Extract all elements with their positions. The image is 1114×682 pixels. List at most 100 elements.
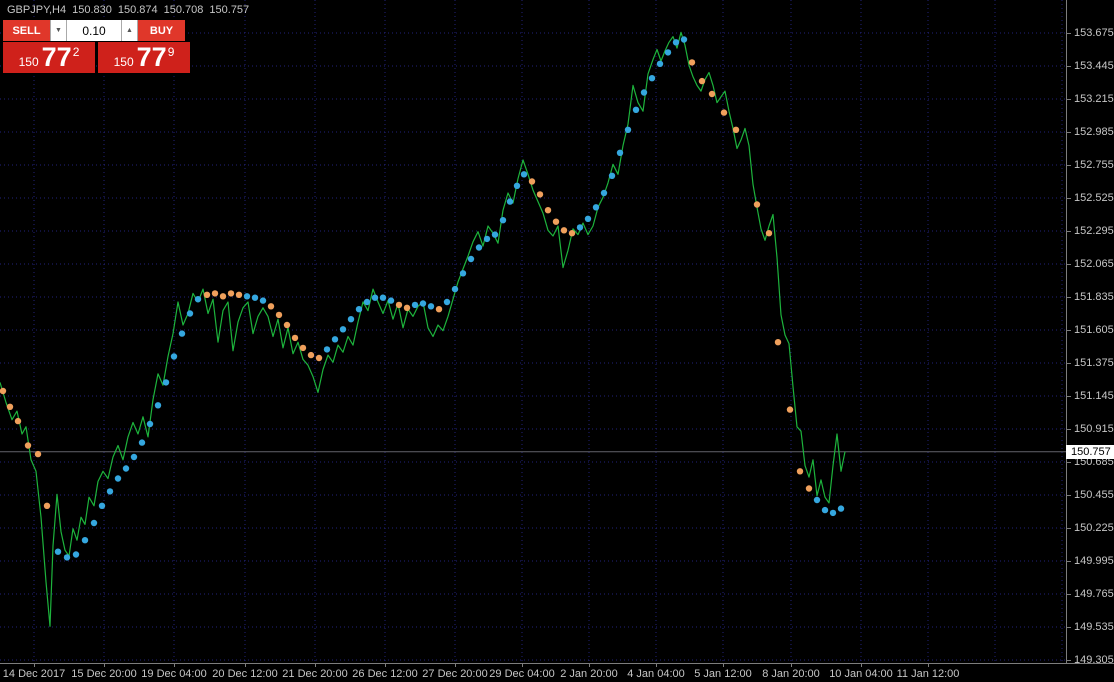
trend-dot-up xyxy=(186,310,194,317)
trend-dot-up xyxy=(63,554,71,561)
trend-dot-up xyxy=(680,36,688,43)
time-axis[interactable]: 14 Dec 2017 15 Dec 20:00 19 Dec 04:00 20 De… xyxy=(0,663,1114,682)
trend-dot-up xyxy=(672,39,680,46)
trend-dot-up xyxy=(371,294,379,301)
trend-dot-down xyxy=(765,230,773,237)
trend-dot-up xyxy=(640,89,648,96)
time-axis-tick xyxy=(861,664,862,667)
trend-dot-down xyxy=(203,291,211,298)
time-axis-tick xyxy=(315,664,316,667)
open-value: 150.830 xyxy=(72,4,112,16)
price-axis-label: 153.675 xyxy=(1074,27,1114,39)
time-axis-tick xyxy=(656,664,657,667)
trend-dot-up xyxy=(632,106,640,114)
price-line xyxy=(0,31,846,627)
time-axis-tick xyxy=(455,664,456,667)
trend-dot-down xyxy=(796,468,804,475)
trend-dot-up xyxy=(513,182,521,189)
price-axis-label: 152.525 xyxy=(1074,192,1114,204)
trend-dot-up xyxy=(331,336,339,343)
price-axis-tick xyxy=(1067,330,1071,331)
trend-dot-down xyxy=(753,201,761,208)
time-axis-tick xyxy=(245,664,246,667)
price-axis-label: 152.755 xyxy=(1074,159,1114,171)
trend-dot-up xyxy=(379,294,387,301)
trend-dot-up xyxy=(162,379,170,386)
price-axis-tick xyxy=(1067,561,1071,562)
buy-price-point: 9 xyxy=(167,45,175,59)
trend-dot-up xyxy=(829,509,837,517)
trend-dot-down xyxy=(786,406,794,413)
chart-ohlc-header: GBPJPY,H4 150.830 150.874 150.708 150.757 xyxy=(7,4,255,16)
trend-dot-up xyxy=(106,488,114,495)
price-axis-tick xyxy=(1067,396,1071,397)
lot-size-input[interactable]: 0.10 xyxy=(67,20,121,41)
time-axis-label: 29 Dec 04:00 xyxy=(489,668,555,680)
trend-dot-up xyxy=(419,300,427,307)
trend-dot-down xyxy=(560,227,568,234)
price-axis-tick xyxy=(1067,528,1071,529)
lot-decrease-button[interactable]: ▼ xyxy=(50,20,67,41)
trend-dot-up xyxy=(90,519,98,527)
trend-dot-up xyxy=(138,439,146,446)
trend-dot-down xyxy=(227,290,235,297)
price-axis[interactable]: 153.675 153.445 153.215 152.985 152.755 152.5… xyxy=(1066,0,1114,666)
trend-dot-up xyxy=(443,298,451,306)
trend-dot-down xyxy=(708,90,716,98)
trend-dot-down xyxy=(275,311,283,319)
trend-dot-up xyxy=(520,171,528,178)
close-value: 150.757 xyxy=(209,4,250,16)
time-axis-label: 15 Dec 20:00 xyxy=(71,668,137,680)
time-axis-label: 10 Jan 04:00 xyxy=(829,668,893,680)
price-axis-tick xyxy=(1067,297,1071,298)
price-chart[interactable] xyxy=(0,0,1066,663)
trend-dot-up xyxy=(592,204,600,211)
trend-dot-down xyxy=(291,334,299,342)
price-axis-label: 153.445 xyxy=(1074,60,1114,72)
trend-dot-up xyxy=(98,502,106,509)
price-axis-tick xyxy=(1067,495,1071,496)
price-axis-tick xyxy=(1067,627,1071,628)
price-axis-tick xyxy=(1067,198,1071,199)
price-axis-label: 152.065 xyxy=(1074,258,1114,270)
time-axis-label: 27 Dec 20:00 xyxy=(422,668,488,680)
trend-dot-up xyxy=(323,346,331,353)
trend-dot-up xyxy=(114,475,122,482)
trend-dot-down xyxy=(528,178,536,185)
lot-increase-button[interactable]: ▲ xyxy=(121,20,138,41)
trend-dot-up xyxy=(387,297,395,304)
trend-dot-up xyxy=(506,198,514,205)
price-axis-tick xyxy=(1067,231,1071,232)
price-axis-tick xyxy=(1067,363,1071,364)
price-axis-label: 149.765 xyxy=(1074,588,1114,600)
price-axis-label: 149.995 xyxy=(1074,555,1114,567)
trend-dot-up xyxy=(72,551,80,558)
trend-dot-up xyxy=(194,296,202,303)
price-axis-label: 151.605 xyxy=(1074,324,1114,336)
trend-dot-down xyxy=(688,59,696,66)
buy-button[interactable]: BUY xyxy=(138,20,185,41)
current-price-tag: 150.757 xyxy=(1066,445,1114,459)
trend-dot-up xyxy=(81,537,89,544)
time-axis-tick xyxy=(928,664,929,667)
trend-dot-down xyxy=(544,207,552,214)
trend-dot-up xyxy=(608,172,616,179)
sell-button[interactable]: SELL xyxy=(3,20,50,41)
trend-dot-up xyxy=(459,270,467,277)
trend-dot-up xyxy=(243,293,251,300)
time-axis-label: 20 Dec 12:00 xyxy=(212,668,278,680)
buy-price-quote[interactable]: 150 77 9 xyxy=(98,42,190,73)
trend-dot-down xyxy=(315,354,323,362)
trend-dot-up xyxy=(467,255,475,263)
time-axis-label: 21 Dec 20:00 xyxy=(282,668,348,680)
trend-dot-up xyxy=(259,297,267,304)
sell-price-quote[interactable]: 150 77 2 xyxy=(3,42,95,73)
price-axis-tick xyxy=(1067,165,1071,166)
price-axis-label: 150.225 xyxy=(1074,522,1114,534)
low-value: 150.708 xyxy=(163,4,204,16)
trend-dot-down xyxy=(0,387,7,395)
time-axis-tick xyxy=(522,664,523,667)
buy-price-pips: 77 xyxy=(136,42,167,72)
trend-dot-down xyxy=(283,321,291,329)
price-axis-tick xyxy=(1067,660,1071,661)
